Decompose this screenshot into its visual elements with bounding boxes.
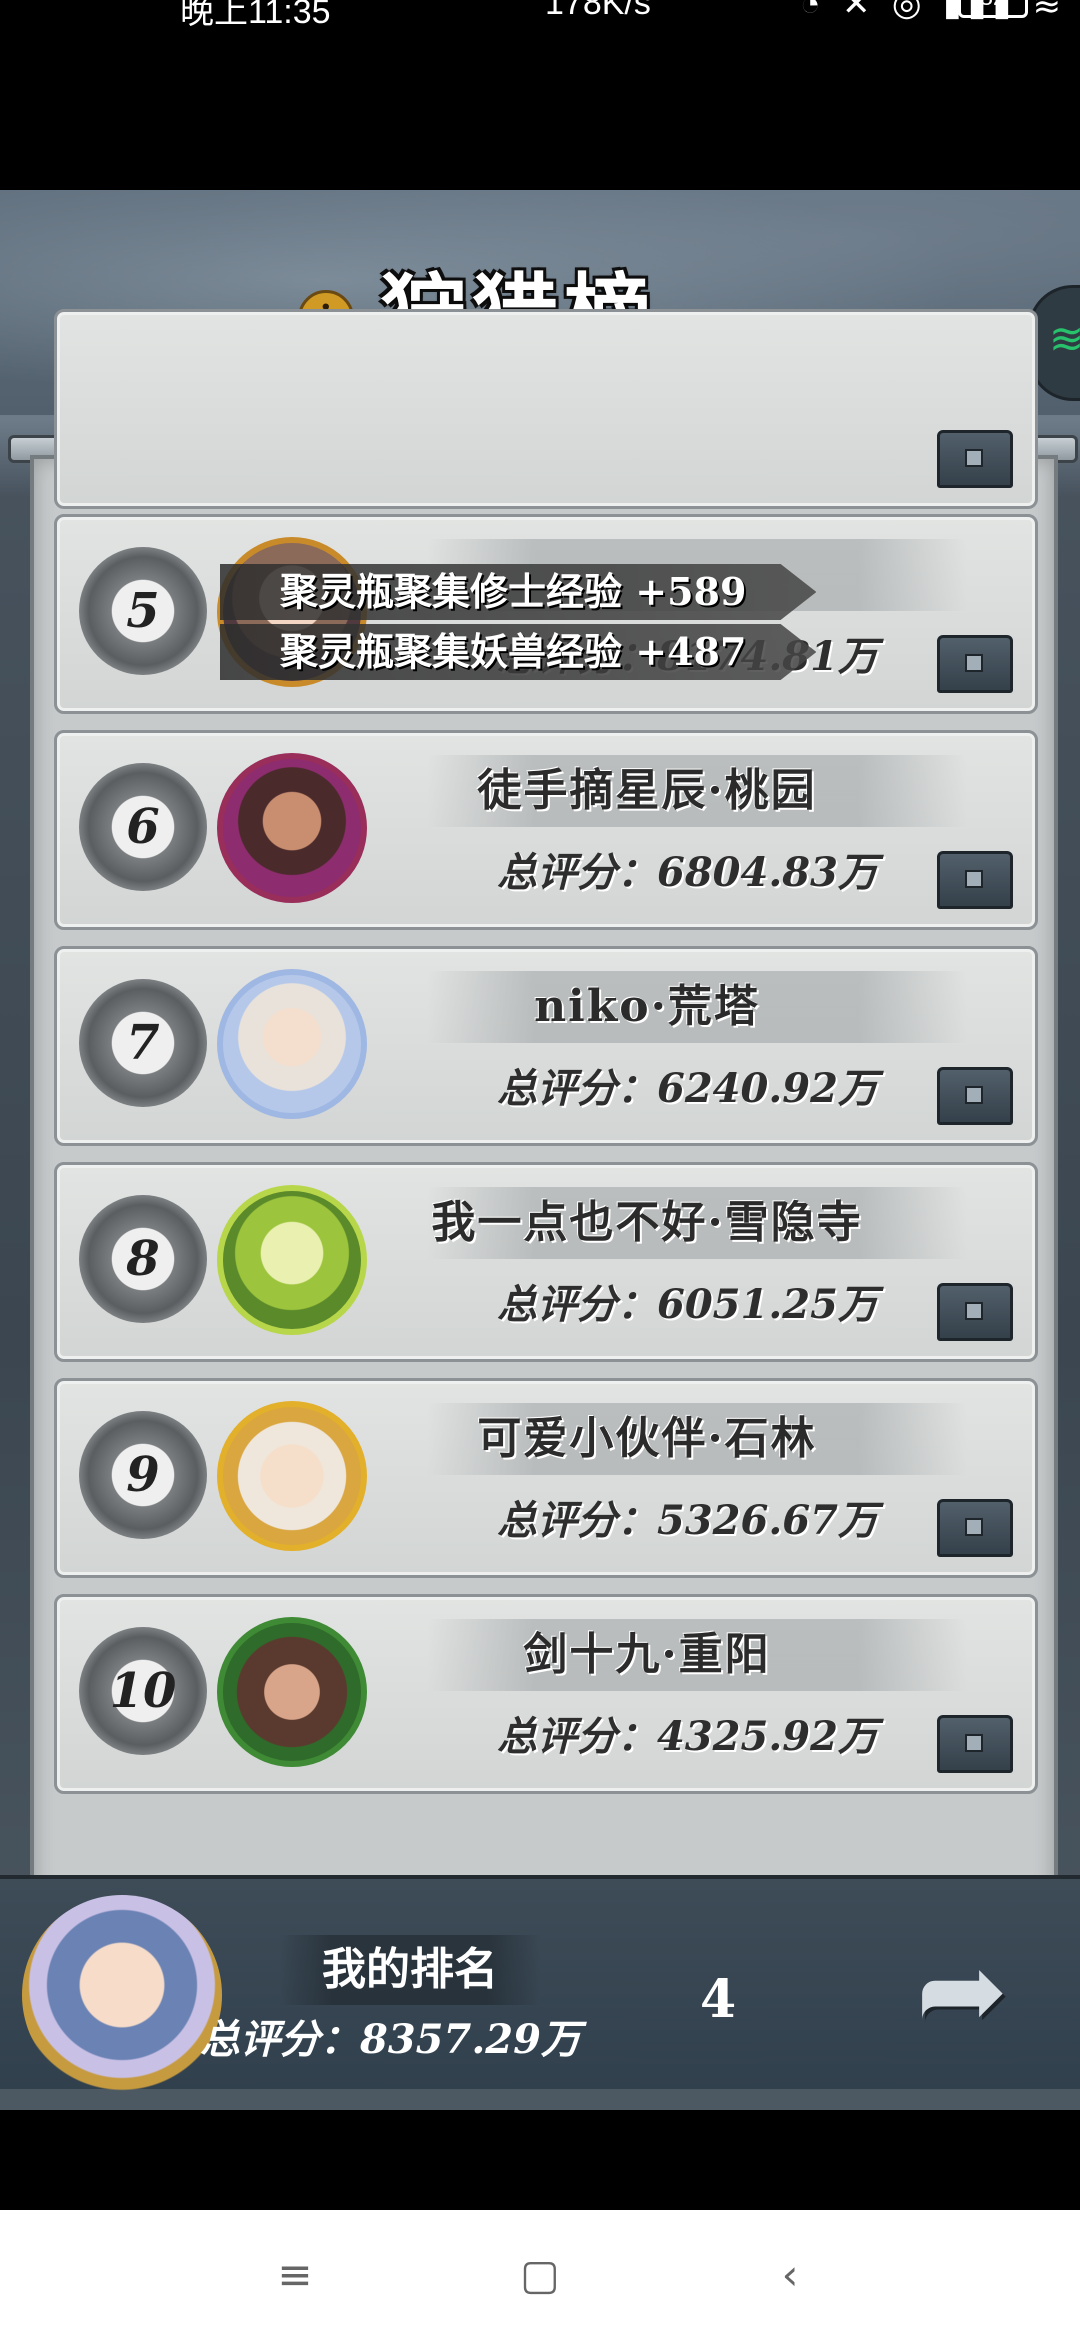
my-rank: 4 [700, 1969, 737, 2030]
table-row[interactable]: 7 niko·荒塔 总评分：6240.92万 [54, 946, 1038, 1146]
my-ranking-label: 我的排名 [280, 1935, 540, 2005]
exp-popup: 聚灵瓶聚集修士经验 +589 聚灵瓶聚集妖兽经验 +487 [220, 564, 860, 694]
avatar[interactable] [217, 1401, 367, 1551]
player-score: 总评分：4325.92万 [497, 1713, 878, 1760]
player-score: 总评分：6051.25万 [497, 1281, 878, 1328]
status-time: 晚上11:35 [180, 0, 331, 31]
player-name: 我一点也不好·雪隐寺 [431, 1197, 863, 1248]
avatar[interactable] [217, 1185, 367, 1335]
home-icon[interactable]: ▢ [510, 2245, 570, 2305]
player-score: 总评分：5326.67万 [497, 1497, 878, 1544]
table-row[interactable]: 6 徒手摘星辰·桃园 总评分：6804.83万 [54, 730, 1038, 930]
back-icon[interactable]: ‹ [760, 2245, 820, 2305]
chest-icon[interactable] [937, 1067, 1013, 1125]
status-bar: 晚上11:35 178K/s ◔ ✕ ◎ ▮▮▮ ≋ 82 [0, 0, 1080, 32]
my-avatar[interactable] [22, 1895, 222, 2095]
avatar[interactable] [217, 1617, 367, 1767]
chest-icon[interactable] [937, 1283, 1013, 1341]
table-row[interactable]: 8 我一点也不好·雪隐寺 总评分：6051.25万 [54, 1162, 1038, 1362]
rank-badge: 9 [79, 1411, 207, 1539]
player-name: 徒手摘星辰·桃园 [477, 765, 817, 816]
chest-icon[interactable] [937, 1715, 1013, 1773]
rank-badge: 5 [79, 547, 207, 675]
menu-icon[interactable]: ≡ [265, 2245, 325, 2305]
chest-icon[interactable] [937, 635, 1013, 693]
chest-icon[interactable] [937, 851, 1013, 909]
avatar[interactable] [217, 969, 367, 1119]
rank-badge: 10 [79, 1627, 207, 1755]
player-score: 总评分：6804.83万 [497, 849, 878, 896]
table-row[interactable]: 9 可爱小伙伴·石林 总评分：5326.67万 [54, 1378, 1038, 1578]
chest-icon[interactable] [937, 430, 1013, 488]
network-speed: 178K/s [545, 0, 651, 22]
popup-line-cultivator: 聚灵瓶聚集修士经验 +589 [220, 564, 817, 620]
player-score: 总评分：6240.92万 [497, 1065, 878, 1112]
game-screen: i 狩猎榜 ≋ 5 总评分：8174.81万 6 徒手摘星辰·桃园 总评分：68… [0, 190, 1080, 2110]
my-score: 总评分：8357.29万 [200, 2016, 581, 2063]
rank-badge: 6 [79, 763, 207, 891]
navigation-bar: ≡ ▢ ‹ [0, 2210, 1080, 2340]
wifi-icon: ≋ [1049, 314, 1080, 363]
avatar[interactable] [217, 753, 367, 903]
player-name: 剑十九·重阳 [523, 1629, 771, 1680]
share-button[interactable]: ➦ [902, 1925, 1022, 2055]
rank-badge: 8 [79, 1195, 207, 1323]
popup-line-beast: 聚灵瓶聚集妖兽经验 +487 [220, 624, 817, 680]
player-name: niko·荒塔 [534, 981, 760, 1032]
rank-badge: 7 [79, 979, 207, 1107]
player-name: 可爱小伙伴·石林 [477, 1413, 817, 1464]
battery-icon: 82 [958, 0, 1028, 18]
table-row[interactable]: 10 剑十九·重阳 总评分：4325.92万 [54, 1594, 1038, 1794]
leaderboard-panel[interactable]: 5 总评分：8174.81万 6 徒手摘星辰·桃园 总评分：6804.83万 7… [30, 309, 1058, 2063]
chest-icon[interactable] [937, 1499, 1013, 1557]
table-row-partial [54, 309, 1038, 509]
